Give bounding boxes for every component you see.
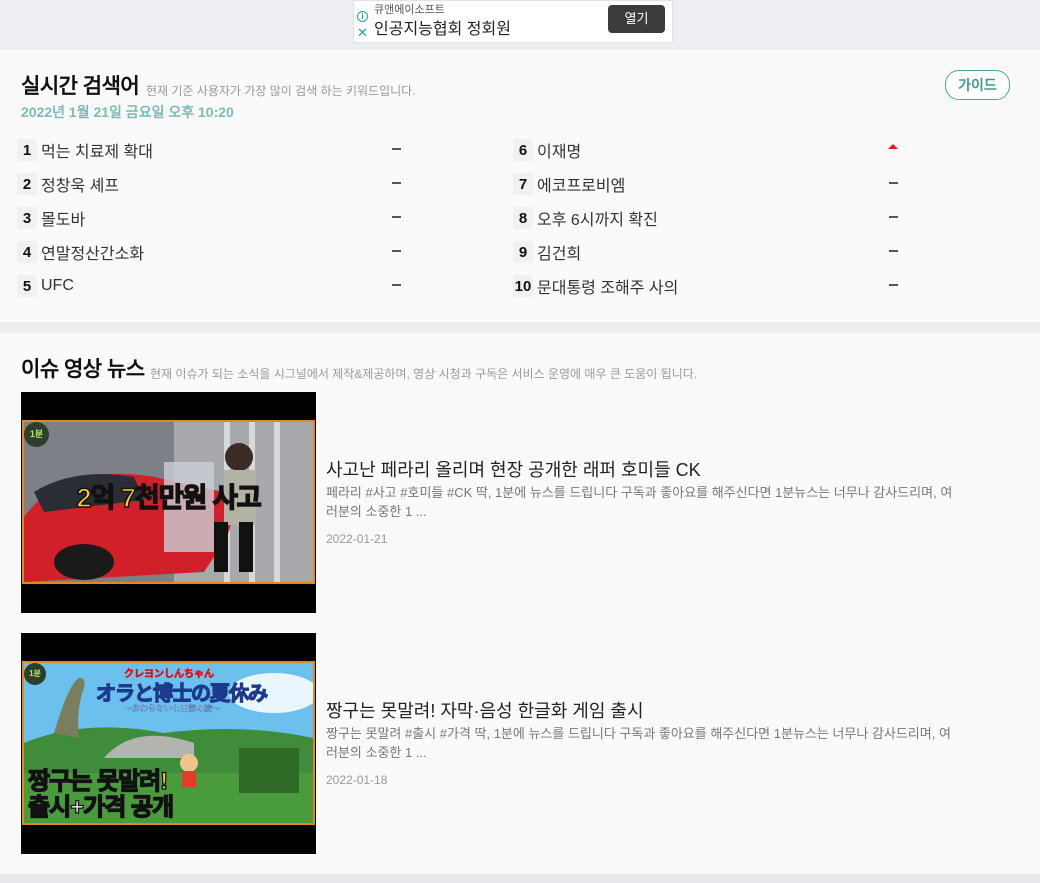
keyword-text[interactable]: 연말정산간소화 (41, 240, 144, 264)
keyword-item[interactable]: 5 UFC (17, 272, 404, 300)
news-item-desc: 짱구는 못말려 #출시 #가격 딱, 1분에 뉴스를 드립니다 구독과 좋아요를… (326, 726, 951, 760)
ad-title[interactable]: 인공지능협회 정회원 (374, 15, 511, 39)
news-title: 이슈 영상 뉴스 (21, 358, 145, 381)
trend-up-icon (888, 144, 898, 149)
keyword-rank: 4 (17, 241, 37, 263)
news-item-title[interactable]: 사고난 페라리 올리며 현장 공개한 래퍼 호미들 CK (326, 456, 701, 482)
keyword-text[interactable]: 몰도바 (41, 206, 85, 230)
keyword-rank: 5 (17, 275, 37, 297)
ad-close-icon[interactable]: ✕ (357, 26, 369, 39)
keyword-item[interactable]: 7 에코프로비엠 (513, 170, 901, 198)
thumbnail-caption: 2억 7천만원 사고 (76, 482, 263, 514)
keyword-text[interactable]: 오후 6시까지 확진 (537, 206, 658, 230)
bottom-divider (0, 874, 1040, 883)
keyword-rank: 6 (513, 139, 533, 161)
news-panel: 이슈 영상 뉴스 현재 이슈가 되는 소식을 시그널에서 제작&제공하며, 영상… (0, 333, 1040, 874)
ad-open-button[interactable]: 열기 (608, 5, 665, 33)
trending-datetime: 2022년 1월 21일 금요일 오후 10:20 (21, 104, 234, 120)
ad-area: i ✕ 큐앤에이소프트 인공지능협회 정회원 열기 (0, 0, 1040, 50)
keyword-text[interactable]: 문대통령 조해주 사의 (537, 274, 678, 298)
keyword-item[interactable]: 8 오후 6시까지 확진 (513, 204, 901, 232)
keyword-rank: 7 (513, 173, 533, 195)
news-item-date: 2022-01-18 (326, 773, 388, 787)
news-item[interactable]: 1분 クレヨンしんちゃん オラと博士の夏休み ～おわらない七日間の旅～ 짱구는 … (21, 633, 961, 854)
keyword-rank: 10 (513, 275, 533, 297)
keyword-item[interactable]: 9 김건희 (513, 238, 901, 266)
thumbnail-caption-line2: 출시+가격 공개 (27, 793, 174, 821)
trend-same-icon (392, 182, 401, 184)
trend-same-icon (392, 284, 401, 286)
keyword-rank: 3 (17, 207, 37, 229)
thumbnail-badge: 1분 (24, 663, 46, 685)
keyword-rank: 2 (17, 173, 37, 195)
ad-icons: i ✕ (357, 11, 369, 39)
keyword-text[interactable]: 먹는 치료제 확대 (41, 138, 153, 162)
keyword-item[interactable]: 3 몰도바 (17, 204, 404, 232)
keyword-item[interactable]: 6 이재명 (513, 136, 901, 164)
keyword-item[interactable]: 1 먹는 치료제 확대 (17, 136, 404, 164)
trending-title: 실시간 검색어 (21, 75, 140, 98)
thumbnail-badge: 1분 (24, 422, 49, 447)
keyword-item[interactable]: 10 문대통령 조해주 사의 (513, 272, 901, 300)
keyword-text[interactable]: 이재명 (537, 138, 581, 162)
trending-subtitle: 현재 기준 사용자가 가장 많이 검색 하는 키워드입니다. (146, 84, 416, 98)
trend-same-icon (392, 250, 401, 252)
keyword-text[interactable]: UFC (41, 277, 74, 295)
news-item-date: 2022-01-21 (326, 532, 388, 546)
news-thumbnail[interactable]: 1분 2억 7천만원 사고 (21, 392, 316, 613)
ad-info-icon[interactable]: i (357, 11, 368, 22)
keyword-rank: 8 (513, 207, 533, 229)
trend-same-icon (889, 250, 898, 252)
trend-same-icon (889, 216, 898, 218)
keyword-text[interactable]: 정창욱 셰프 (41, 172, 119, 196)
thumbnail-jp-sub: ～おわらない七日間の旅～ (124, 704, 220, 713)
news-subtitle: 현재 이슈가 되는 소식을 시그널에서 제작&제공하며, 영상 시청과 구독은 … (150, 367, 698, 381)
keyword-item[interactable]: 2 정창욱 셰프 (17, 170, 404, 198)
trend-same-icon (392, 148, 401, 150)
trend-same-icon (889, 284, 898, 286)
keyword-text[interactable]: 김건희 (537, 240, 581, 264)
ad-banner[interactable]: i ✕ 큐앤에이소프트 인공지능협회 정회원 열기 (353, 0, 673, 43)
trending-panel: 실시간 검색어 현재 기준 사용자가 가장 많이 검색 하는 키워드입니다. 2… (0, 50, 1040, 322)
trend-same-icon (889, 182, 898, 184)
guide-button[interactable]: 가이드 (945, 70, 1010, 100)
keyword-item[interactable]: 4 연말정산간소화 (17, 238, 404, 266)
keyword-rank: 1 (17, 139, 37, 161)
news-item-desc: 페라리 #사고 #호미들 #CK 딱, 1분에 뉴스를 드립니다 구독과 좋아요… (326, 485, 953, 519)
news-item[interactable]: 1분 2억 7천만원 사고 사고난 페라리 올리며 현장 공개한 래퍼 호미들 … (21, 392, 961, 613)
trend-same-icon (392, 216, 401, 218)
thumbnail-jp-logo: オラと博士の夏休み (95, 682, 268, 705)
news-item-title[interactable]: 짱구는 못말려! 자막·음성 한글화 게임 출시 (326, 697, 644, 723)
keyword-text[interactable]: 에코프로비엠 (537, 172, 625, 196)
keyword-rank: 9 (513, 241, 533, 263)
news-thumbnail[interactable]: 1분 クレヨンしんちゃん オラと博士の夏休み ～おわらない七日間の旅～ 짱구는 … (21, 633, 316, 854)
